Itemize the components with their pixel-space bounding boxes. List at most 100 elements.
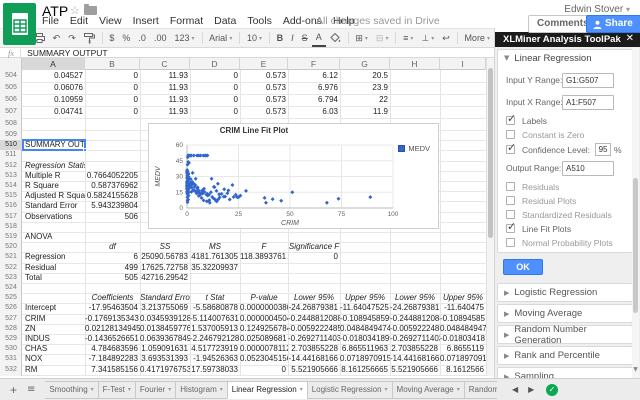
all-sheets-button[interactable]: ≡	[27, 384, 35, 395]
cell-H531[interactable]: -14.44168166	[390, 354, 440, 364]
cell-I531[interactable]: 0.071897091	[440, 354, 486, 364]
cell-E504[interactable]: 0.573	[240, 70, 288, 82]
selected-cell-outline[interactable]	[22, 139, 86, 151]
cell-B532[interactable]: 7.341585156	[85, 365, 140, 375]
format-currency-button[interactable]: $	[105, 29, 118, 47]
cell-E525[interactable]: P-value	[240, 293, 288, 303]
cell-B530[interactable]: 4.784683596	[85, 344, 140, 354]
cell-E528[interactable]: 0.1249256784	[240, 324, 288, 334]
input-y-range-field[interactable]: G1:G507	[562, 73, 614, 88]
cell-B521[interactable]: 6	[85, 252, 140, 262]
cell-E531[interactable]: 0.05230451569	[240, 354, 288, 364]
cell-E505[interactable]: 0.573	[240, 82, 288, 94]
cell-G526[interactable]: -11.64047525	[340, 303, 390, 313]
sheet-tab-histogram[interactable]: Histogram▾	[175, 381, 227, 399]
cell-B525[interactable]: Coefficients	[85, 293, 140, 303]
more-button[interactable]: More▾	[460, 29, 494, 47]
normal-probability-plots-checkbox[interactable]	[506, 238, 515, 247]
cell-F505[interactable]: 6.976	[288, 82, 340, 94]
paint-format-button[interactable]	[80, 29, 99, 47]
cell-A532[interactable]: RM	[22, 365, 85, 375]
cell-C529[interactable]: 0.06393678495	[140, 334, 190, 344]
menu-insert[interactable]: Insert	[133, 15, 159, 27]
cell-F525[interactable]: Lower 95%	[288, 293, 340, 303]
horizontal-align-button[interactable]: ≡▾	[399, 29, 417, 47]
cell-B514[interactable]: 0.587376962	[85, 181, 140, 191]
cell-B526[interactable]: -17.95463504	[85, 303, 140, 313]
cell-D504[interactable]: 0	[190, 70, 240, 82]
cell-A512[interactable]: Regression Statistics	[22, 161, 85, 171]
cell-A526[interactable]: Intercept	[22, 303, 85, 313]
cell-B517[interactable]: 506	[85, 212, 140, 222]
row-header-515[interactable]: 515	[0, 191, 22, 201]
folder-icon[interactable]	[84, 6, 97, 15]
cell-D526[interactable]: -5.58680878	[190, 303, 240, 313]
cell-H528[interactable]: -0.005922248536	[390, 324, 440, 334]
tab-scroll-left-icon[interactable]: ◀	[512, 385, 518, 394]
cell-C528[interactable]: 0.0138459776	[140, 324, 190, 334]
row-header-523[interactable]: 523	[0, 273, 22, 283]
sheets-logo-icon[interactable]	[3, 3, 36, 45]
italic-button[interactable]: I	[287, 29, 298, 47]
section-logistic-regression[interactable]: ▶Logistic Regression	[497, 283, 633, 302]
sheet-tab-f-test[interactable]: F-Test▾	[98, 381, 136, 399]
cell-A531[interactable]: NOX	[22, 354, 85, 364]
cell-D529[interactable]: -2.246792128	[190, 334, 240, 344]
cell-C520[interactable]: SS	[140, 242, 190, 252]
chevron-down-icon[interactable]: ▾	[128, 386, 131, 393]
row-header-522[interactable]: 522	[0, 263, 22, 273]
cell-C504[interactable]: 11.93	[140, 70, 190, 82]
cell-C530[interactable]: 1.059091631	[140, 344, 190, 354]
cell-A522[interactable]: Residual	[22, 263, 85, 273]
vertical-align-button[interactable]: ⊥▾	[417, 29, 438, 47]
confidence-level-checkbox[interactable]	[506, 145, 515, 154]
add-sheet-button[interactable]: +	[10, 383, 17, 397]
output-range-field[interactable]: A510	[562, 161, 614, 176]
cell-C525[interactable]: Standard Error	[140, 293, 190, 303]
ok-button[interactable]: OK	[503, 259, 543, 275]
format-percent-button[interactable]: %	[118, 29, 134, 47]
cell-C505[interactable]: 11.93	[140, 82, 190, 94]
font-family-select[interactable]: Arial▾	[205, 29, 236, 47]
cell-A513[interactable]: Multiple R	[22, 171, 85, 181]
row-header-506[interactable]: 506	[0, 94, 22, 106]
cell-C523[interactable]: 42716.29542	[140, 273, 190, 283]
line-fit-plots-checkbox[interactable]	[506, 224, 515, 233]
row-header-531[interactable]: 531	[0, 354, 22, 364]
chevron-down-icon[interactable]: ▾	[457, 386, 460, 393]
section-moving-average[interactable]: ▶Moving Average	[497, 304, 633, 323]
row-header-532[interactable]: 532	[0, 365, 22, 375]
residual-plots-checkbox[interactable]	[506, 196, 515, 205]
menu-file[interactable]: File	[42, 15, 59, 27]
menu-data[interactable]: Data	[214, 15, 236, 27]
section-sampling[interactable]: ▶Sampling	[497, 367, 633, 378]
row-header-514[interactable]: 514	[0, 181, 22, 191]
row-header-505[interactable]: 505	[0, 82, 22, 94]
chevron-down-icon[interactable]: ▾	[300, 386, 303, 393]
menu-edit[interactable]: Edit	[70, 15, 88, 27]
cell-E530[interactable]: 0.000007811289	[240, 344, 288, 354]
cell-G507[interactable]: 11.9	[340, 106, 390, 118]
cell-F528[interactable]: -0.005922248536	[288, 324, 340, 334]
cell-G525[interactable]: Upper 95%	[340, 293, 390, 303]
cell-G528[interactable]: 0.04848494743	[340, 324, 390, 334]
cell-G505[interactable]: 23.9	[340, 82, 390, 94]
cell-E521[interactable]: 118.3893761	[240, 252, 288, 262]
cell-C526[interactable]: 3.213755069	[140, 303, 190, 313]
column-header-C[interactable]: C	[140, 58, 190, 70]
sheet-tab-fourier[interactable]: Fourier▾	[135, 381, 176, 399]
tab-scroll-right-icon[interactable]: ▶	[528, 385, 534, 394]
cell-D505[interactable]: 0	[190, 82, 240, 94]
row-header-527[interactable]: 527	[0, 314, 22, 324]
cell-E507[interactable]: 0.573	[240, 106, 288, 118]
strikethrough-button[interactable]: S	[298, 29, 312, 47]
cell-B527[interactable]: -0.1769135343	[85, 314, 140, 324]
standardized-residuals-checkbox[interactable]	[506, 210, 515, 219]
status-check-icon[interactable]: ✓	[546, 384, 558, 396]
sidebar-scrollbar[interactable]	[632, 48, 639, 378]
column-header-B[interactable]: B	[85, 58, 140, 70]
share-button[interactable]: Share	[586, 15, 640, 33]
cell-F506[interactable]: 6.794	[288, 94, 340, 106]
cell-A529[interactable]: INDUS	[22, 334, 85, 344]
text-wrap-button[interactable]: ↩	[438, 29, 454, 47]
